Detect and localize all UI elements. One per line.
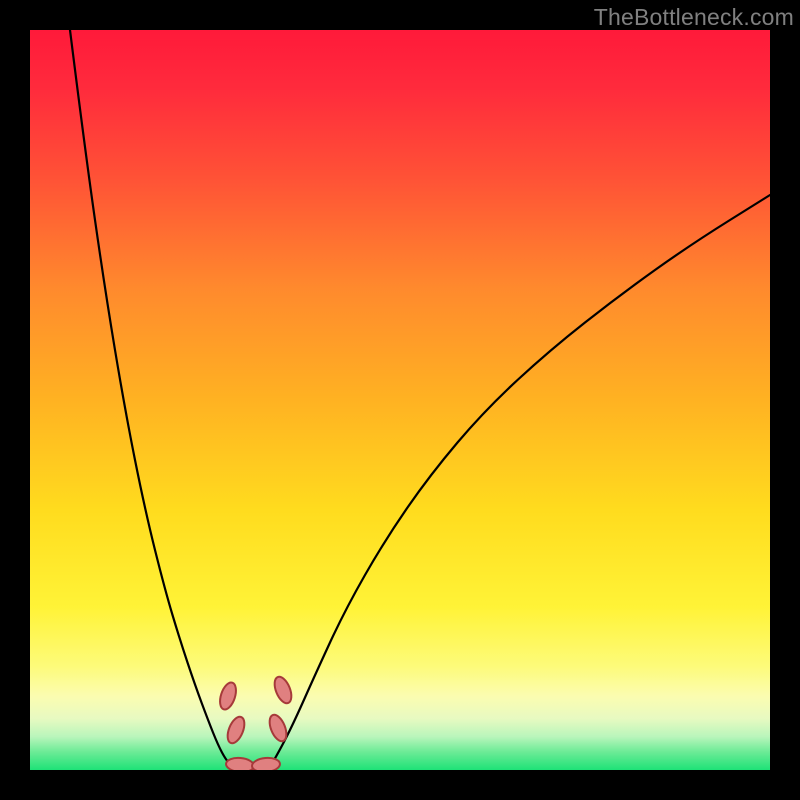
- marker-valley-left: [225, 757, 254, 770]
- curve-left-branch: [70, 30, 233, 767]
- marker-right-knee-lower: [266, 712, 289, 743]
- data-point-markers: [217, 674, 295, 770]
- marker-left-knee-upper: [217, 681, 239, 712]
- marker-valley-right: [251, 757, 280, 770]
- watermark-text: TheBottleneck.com: [594, 4, 794, 31]
- marker-right-knee-upper: [271, 674, 294, 705]
- curve-right-branch: [270, 195, 770, 767]
- plot-frame: [30, 30, 770, 770]
- curve-layer: [30, 30, 770, 770]
- marker-left-knee-lower: [224, 714, 247, 745]
